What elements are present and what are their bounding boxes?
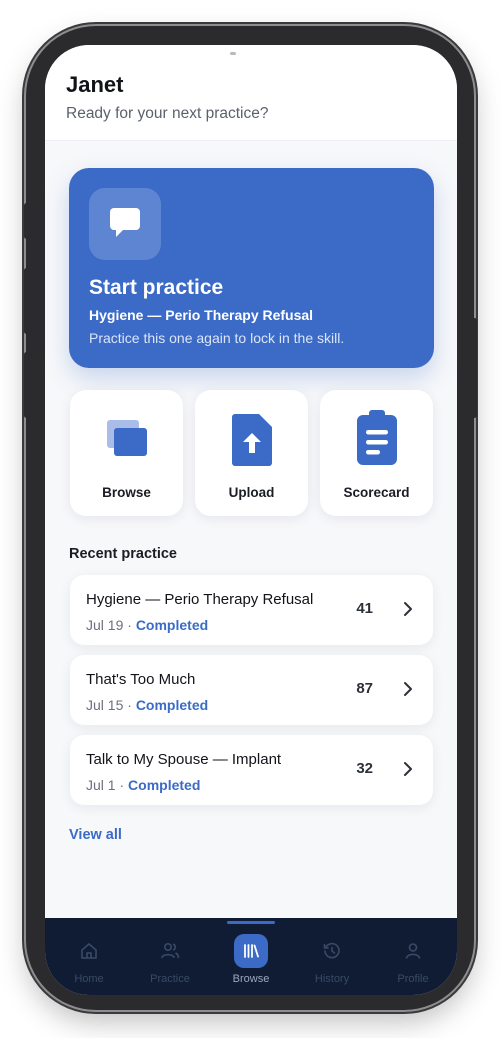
tab-history-label: History: [314, 973, 350, 985]
hero-icon-container: [89, 188, 161, 260]
browse-cards-icon: [106, 420, 147, 456]
tab-home-label: Home: [74, 973, 104, 985]
recent-item-status: Completed: [135, 697, 209, 713]
tab-practice-label: Practice: [150, 973, 190, 985]
user-icon: [405, 943, 421, 959]
chevron-right-icon: [404, 602, 412, 616]
upload-label: Upload: [228, 485, 275, 500]
recent-item-meta: Jul 19 · Completed: [86, 617, 208, 633]
tab-practice[interactable]: Practice: [135, 928, 205, 988]
browse-tile[interactable]: Browse: [70, 390, 183, 516]
active-tab-indicator: [227, 921, 275, 924]
recent-item-score: 41: [356, 600, 373, 617]
view-all-link[interactable]: View all: [69, 827, 122, 843]
tab-profile[interactable]: Profile: [378, 928, 448, 988]
upload-tile[interactable]: Upload: [195, 390, 308, 516]
upload-file-icon: [231, 414, 272, 466]
tab-home[interactable]: Home: [54, 928, 124, 988]
clipboard-icon: [356, 410, 397, 465]
camera-dot: [230, 52, 236, 55]
side-button-volume-up: [24, 268, 29, 334]
recent-item-title: Hygiene — Perio Therapy Refusal: [86, 591, 314, 608]
recent-item-meta: Jul 1 · Completed: [86, 777, 200, 793]
meta-separator: ·: [123, 697, 136, 713]
recent-item-score: 32: [356, 760, 373, 777]
recent-item[interactable]: Hygiene — Perio Therapy Refusal Jul 19 ·…: [70, 575, 433, 645]
meta-separator: ·: [123, 617, 136, 633]
recent-item-date: Jul 1: [86, 777, 116, 793]
history-icon: [323, 942, 340, 959]
recent-practice-heading: Recent practice: [69, 546, 177, 562]
home-icon: [81, 943, 97, 959]
scorecard-tile[interactable]: Scorecard: [320, 390, 433, 516]
recent-item-date: Jul 19: [86, 617, 124, 633]
bottom-tab-bar: Home Practice Browse History Profile: [45, 918, 457, 995]
meta-separator: ·: [115, 777, 129, 793]
recent-item-status: Completed: [135, 617, 209, 633]
app-screen: Janet Ready for your next practice? Star…: [45, 45, 457, 995]
recent-item[interactable]: That's Too Much Jul 15 · Completed 87: [70, 655, 433, 725]
chevron-right-icon: [404, 762, 412, 776]
chevron-right-icon: [404, 682, 412, 696]
side-button-power: [472, 318, 477, 418]
chat-bubble-icon: [110, 208, 140, 237]
header-subtitle: Ready for your next practice?: [66, 105, 269, 122]
user-name: Janet: [66, 72, 124, 97]
tab-profile-label: Profile: [397, 973, 429, 985]
hero-description: Practice this one again to lock in the s…: [89, 330, 345, 346]
recent-item[interactable]: Talk to My Spouse — Implant Jul 1 · Comp…: [70, 735, 433, 805]
hero-scenario: Hygiene — Perio Therapy Refusal: [89, 307, 314, 323]
hero-title: Start practice: [89, 276, 224, 299]
tab-browse[interactable]: Browse: [216, 928, 286, 988]
header: Janet Ready for your next practice?: [45, 45, 457, 141]
side-button-volume-down: [24, 352, 29, 418]
recent-item-meta: Jul 15 · Completed: [86, 697, 208, 713]
browse-label: Browse: [102, 485, 151, 500]
tab-history[interactable]: History: [297, 928, 367, 988]
recent-item-score: 87: [356, 680, 373, 697]
tab-browse-label: Browse: [232, 973, 270, 985]
library-icon: [244, 944, 259, 958]
side-button-action: [24, 203, 29, 239]
recent-item-status: Completed: [128, 777, 201, 793]
users-icon: [161, 942, 180, 959]
recent-item-title: That's Too Much: [86, 671, 196, 688]
recent-item-title: Talk to My Spouse — Implant: [86, 751, 282, 768]
recent-item-date: Jul 15: [86, 697, 124, 713]
start-practice-card[interactable]: Start practice Hygiene — Perio Therapy R…: [69, 168, 434, 368]
scorecard-label: Scorecard: [343, 485, 410, 500]
